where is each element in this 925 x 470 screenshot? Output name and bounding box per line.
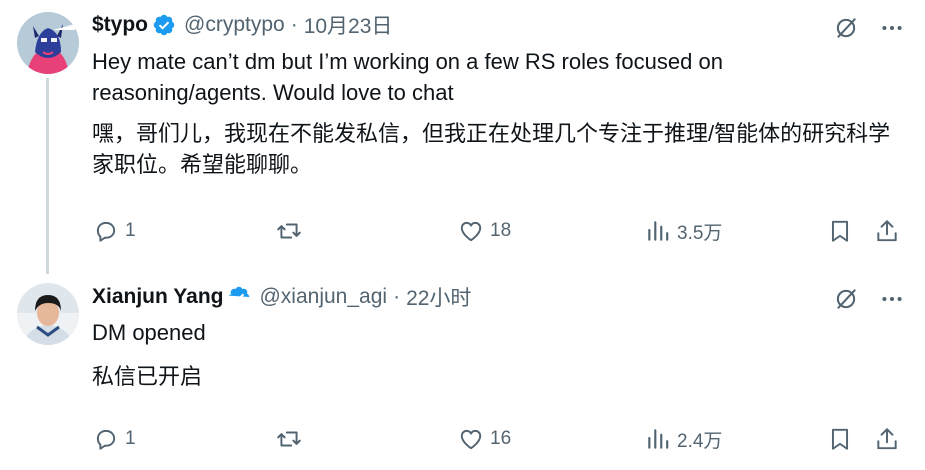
- tweet-text-en: Hey mate can’t dm but I’m working on a f…: [92, 49, 723, 105]
- tweet-header: Xianjun Yang @xianjun_agi · 22小时: [92, 284, 471, 310]
- views-icon: [648, 429, 669, 449]
- more-icon[interactable]: [879, 286, 905, 312]
- tweet-top-actions: [833, 15, 905, 41]
- retweet-button[interactable]: [276, 424, 308, 454]
- views-button[interactable]: 2.4万: [645, 424, 722, 454]
- tweet-text-zh: 嘿，哥们儿，我现在不能发私信，但我正在处理几个专注于推理/智能体的研究科学家职位…: [92, 121, 891, 177]
- tweet-text-original: Hey mate can’t dm but I’m working on a f…: [92, 46, 902, 108]
- author-name[interactable]: $typo: [92, 13, 148, 37]
- share-icon: [877, 220, 897, 242]
- bookmark-icon: [831, 220, 849, 242]
- retweet-icon: [277, 223, 301, 239]
- reply-button[interactable]: 1: [93, 424, 136, 454]
- bookmark-icon: [831, 428, 849, 450]
- author-handle[interactable]: @xianjun_agi: [259, 285, 387, 309]
- grok-icon[interactable]: [833, 286, 859, 312]
- author-handle[interactable]: @cryptypo: [184, 13, 285, 37]
- tweet-cryptypo[interactable]: $typo @cryptypo · 10月23日 Hey mate can’t …: [0, 0, 925, 280]
- tweet-text-zh: 私信已开启: [92, 364, 203, 389]
- like-count: 16: [490, 428, 512, 449]
- tweet-text-original: DM opened: [92, 317, 902, 348]
- like-button[interactable]: 18: [458, 216, 511, 246]
- avatar-cryptypo[interactable]: [17, 12, 79, 74]
- tweet-action-bar: 1 18 3.5万: [0, 216, 925, 246]
- reply-icon: [96, 429, 116, 450]
- author-name[interactable]: Xianjun Yang: [92, 285, 223, 309]
- like-icon: [460, 221, 482, 242]
- views-count: 2.4万: [677, 430, 723, 452]
- more-icon[interactable]: [879, 15, 905, 41]
- reply-count: 1: [125, 428, 136, 449]
- share-button[interactable]: [874, 424, 900, 454]
- tweet-timestamp[interactable]: 10月23日: [304, 10, 393, 40]
- tweet-top-actions: [833, 286, 905, 312]
- tweet-xianjun[interactable]: Xianjun Yang @xianjun_agi · 22小时 DM open…: [0, 280, 925, 470]
- views-icon: [648, 221, 669, 241]
- tweet-timestamp[interactable]: 22小时: [406, 282, 471, 312]
- tweet-text-translation: 私信已开启: [92, 361, 902, 392]
- separator-dot: ·: [393, 285, 401, 308]
- avatar-xianjun[interactable]: [17, 283, 79, 345]
- like-count: 18: [490, 220, 512, 241]
- bookmark-button[interactable]: [827, 424, 853, 454]
- share-button[interactable]: [874, 216, 900, 246]
- bookmark-button[interactable]: [827, 216, 853, 246]
- views-count: 3.5万: [677, 222, 723, 244]
- views-button[interactable]: 3.5万: [645, 216, 722, 246]
- retweet-icon: [277, 431, 301, 447]
- share-icon: [877, 428, 897, 450]
- reply-button[interactable]: 1: [93, 216, 136, 246]
- tweet-text-en: DM opened: [92, 320, 206, 345]
- tweet-action-bar: 1 16 2.4万: [0, 424, 925, 454]
- verified-badge-icon[interactable]: [227, 285, 251, 309]
- tweet-text-translation: 嘿，哥们儿，我现在不能发私信，但我正在处理几个专注于推理/智能体的研究科学家职位…: [92, 118, 902, 180]
- grok-icon[interactable]: [833, 15, 859, 41]
- like-button[interactable]: 16: [458, 424, 511, 454]
- tweet-header: $typo @cryptypo · 10月23日: [92, 12, 392, 38]
- reply-icon: [96, 221, 116, 242]
- reply-count: 1: [125, 220, 136, 241]
- retweet-button[interactable]: [276, 216, 308, 246]
- separator-dot: ·: [290, 13, 298, 36]
- like-icon: [460, 429, 482, 450]
- verified-badge-icon[interactable]: [152, 13, 176, 37]
